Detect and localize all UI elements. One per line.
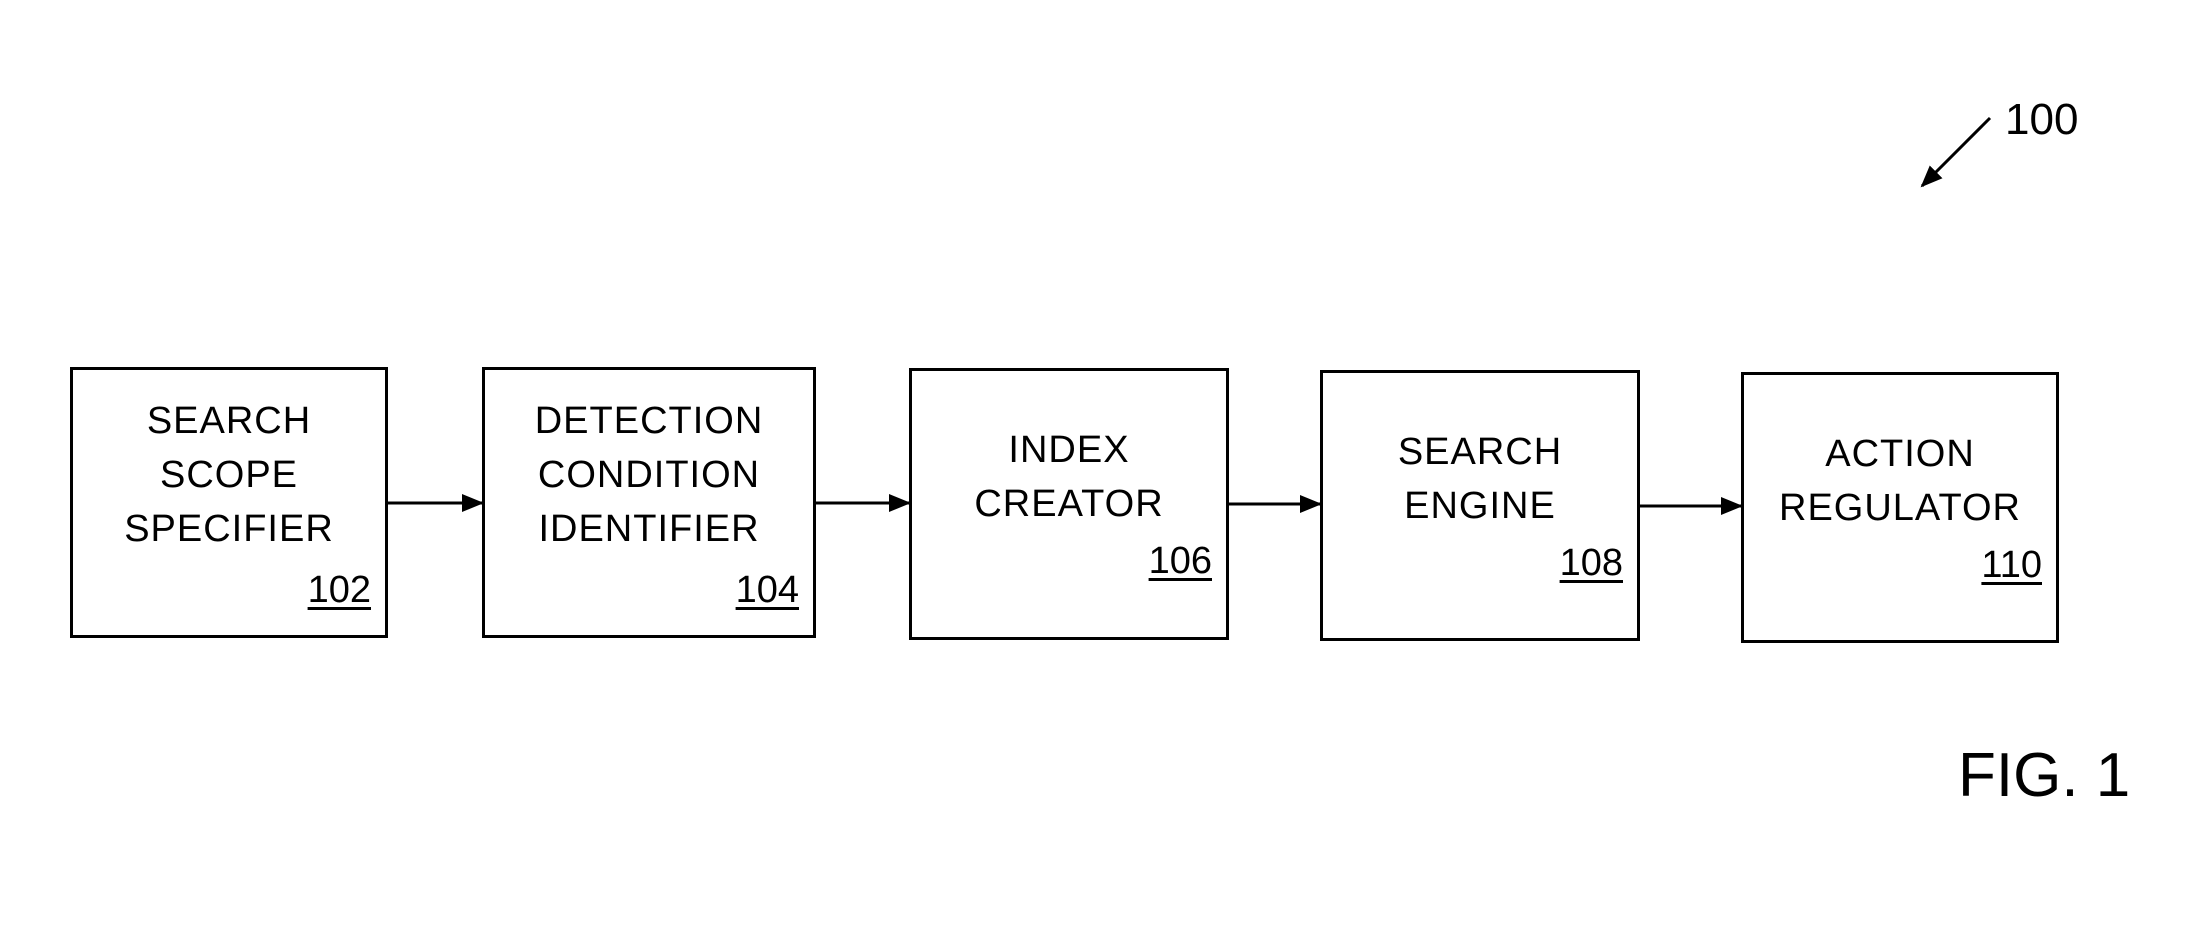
block-label-line: CREATOR	[974, 483, 1164, 525]
block-ref-number: 102	[307, 569, 371, 611]
block-ref-number: 110	[1981, 544, 2042, 586]
block-label-line: ENGINE	[1404, 485, 1556, 527]
block-label-line: IDENTIFIER	[538, 508, 760, 550]
block-label: ACTION REGULATOR	[1744, 427, 2056, 535]
block-index-creator: INDEX CREATOR 106	[909, 368, 1229, 640]
block-ref-number: 106	[1148, 540, 1212, 582]
block-label-line: REGULATOR	[1779, 487, 2021, 529]
block-label-line: SEARCH	[146, 400, 312, 442]
block-label: INDEX CREATOR	[912, 423, 1226, 531]
block-detection-condition-identifier: DETECTION CONDITION IDENTIFIER 104	[482, 367, 816, 638]
block-label: DETECTION CONDITION IDENTIFIER	[485, 394, 813, 556]
block-label-line: CONDITION	[537, 454, 761, 496]
block-label: SEARCH ENGINE	[1323, 425, 1637, 533]
block-label: SEARCH SCOPE SPECIFIER	[73, 394, 385, 556]
figure-ref-leader-arrow	[1920, 116, 1992, 188]
block-label-line: ACTION	[1825, 433, 1975, 475]
figure-title: FIG. 1	[1958, 741, 2131, 810]
block-ref-number: 104	[735, 569, 799, 611]
block-action-regulator: ACTION REGULATOR 110	[1741, 372, 2059, 643]
block-search-scope-specifier: SEARCH SCOPE SPECIFIER 102	[70, 367, 388, 638]
block-label-line: SEARCH	[1397, 431, 1563, 473]
block-label-line: SCOPE	[159, 454, 299, 496]
block-ref-number: 108	[1559, 542, 1623, 584]
figure-reference-number: 100	[2005, 95, 2079, 144]
block-label-line: SPECIFIER	[124, 508, 334, 550]
block-label-line: DETECTION	[534, 400, 764, 442]
block-search-engine: SEARCH ENGINE 108	[1320, 370, 1640, 641]
block-label-line: INDEX	[1008, 429, 1130, 471]
